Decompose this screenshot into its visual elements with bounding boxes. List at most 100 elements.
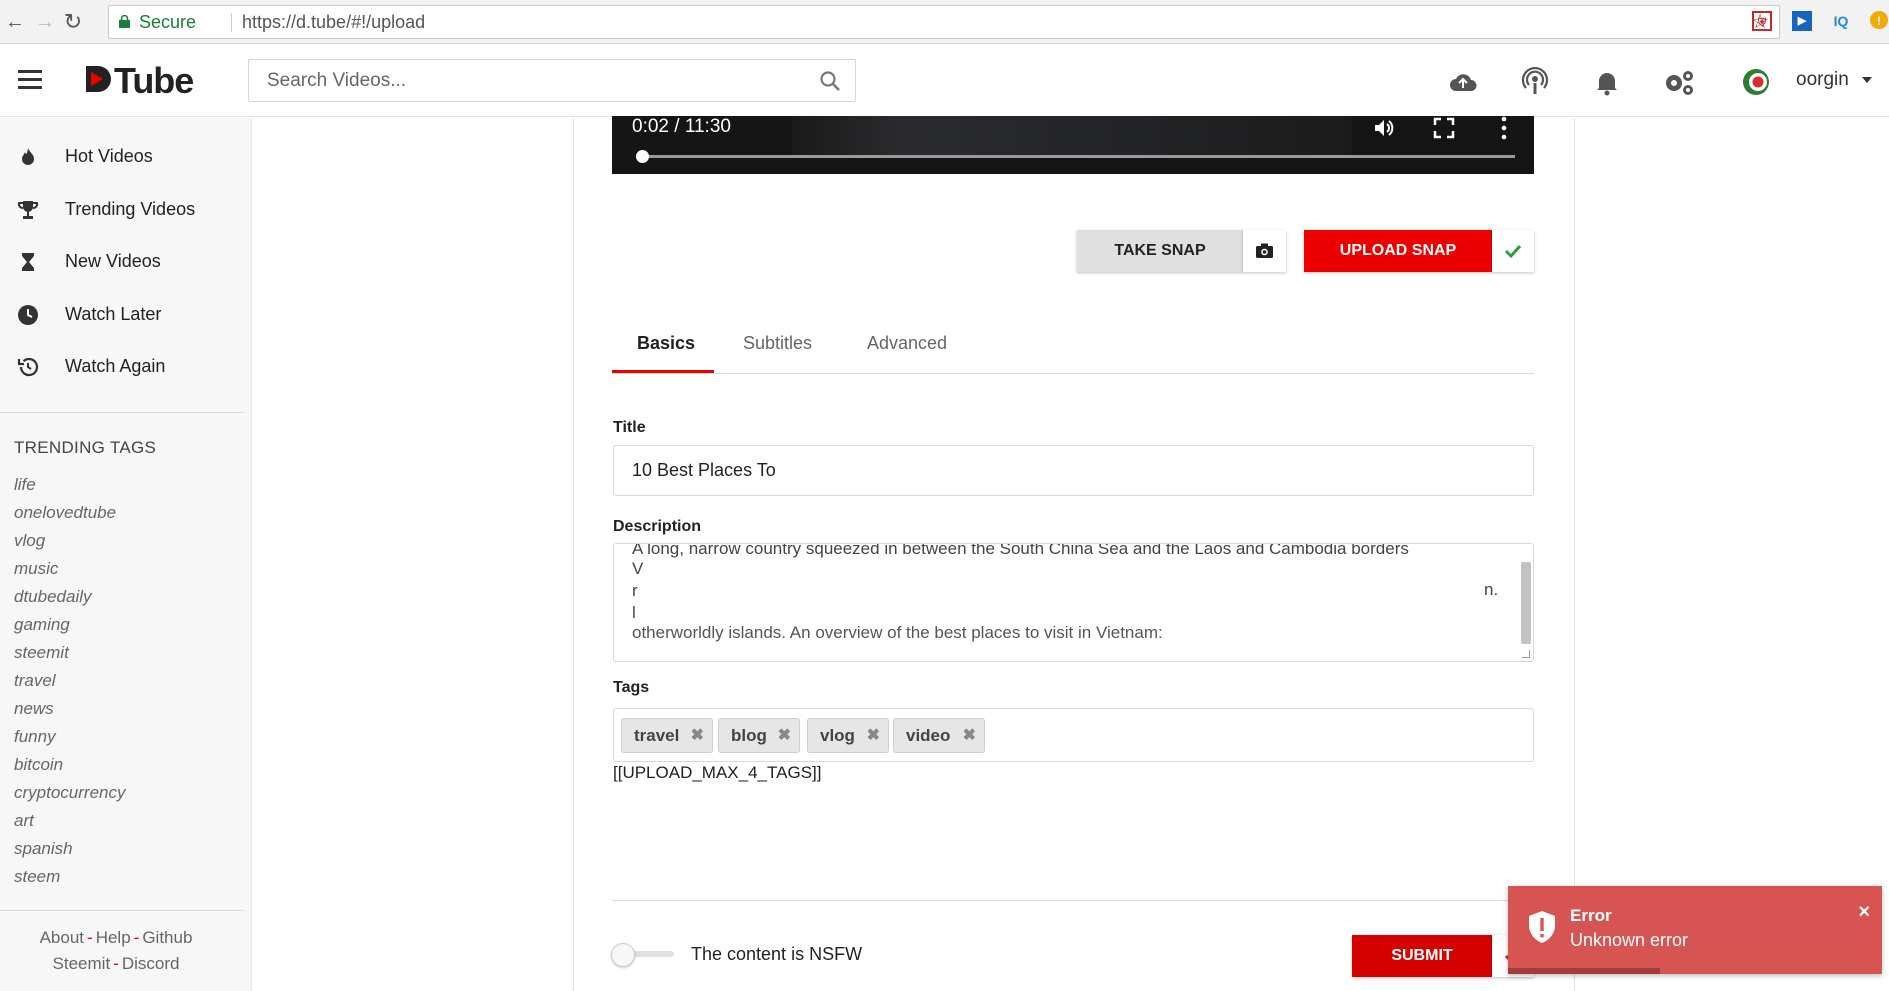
sidebar-item-new-videos[interactable]: New Videos bbox=[0, 240, 250, 284]
reload-icon[interactable]: ↻ bbox=[62, 11, 84, 33]
bell-icon[interactable] bbox=[1592, 67, 1622, 97]
video-progress-bar[interactable] bbox=[640, 155, 1515, 158]
url-text[interactable]: https://d.tube/#!/upload bbox=[242, 6, 425, 38]
video-player[interactable]: 0:02 / 11:30 bbox=[612, 116, 1534, 174]
secure-label: Secure bbox=[139, 12, 197, 32]
tag-chip: travel ✖ bbox=[621, 718, 713, 753]
remove-tag-icon[interactable]: ✖ bbox=[963, 719, 976, 752]
remove-tag-icon[interactable]: ✖ bbox=[778, 719, 791, 752]
tags-input[interactable]: travel ✖ blog ✖ vlog ✖ video ✖ bbox=[613, 708, 1534, 762]
avatar[interactable] bbox=[1741, 67, 1771, 97]
trophy-icon bbox=[17, 201, 39, 219]
tag-link[interactable]: steem bbox=[14, 867, 60, 887]
search-icon[interactable] bbox=[819, 70, 841, 92]
username[interactable]: oorgin bbox=[1796, 69, 1849, 91]
nsfw-toggle[interactable] bbox=[611, 943, 635, 967]
take-snap-camera-button[interactable] bbox=[1243, 230, 1286, 272]
submit-button[interactable]: SUBMIT bbox=[1352, 935, 1492, 977]
nsfw-label: The content is NSFW bbox=[691, 944, 863, 964]
footer-links-row-1: About - Help - Github bbox=[0, 928, 232, 948]
description-partial-text: V r l bbox=[632, 558, 643, 624]
sidebar-item-hot-videos[interactable]: Hot Videos bbox=[0, 135, 250, 179]
resize-grip-icon[interactable] bbox=[1522, 650, 1530, 658]
description-scrollbar[interactable] bbox=[1521, 562, 1531, 644]
link-separator: - bbox=[113, 954, 119, 973]
menu-icon[interactable] bbox=[18, 70, 42, 90]
tab-subtitles[interactable]: Subtitles bbox=[743, 333, 812, 354]
remove-tag-icon[interactable]: ✖ bbox=[867, 719, 880, 752]
dtube-logo[interactable]: Tube bbox=[84, 60, 194, 102]
upload-snap-button[interactable]: UPLOAD SNAP bbox=[1304, 230, 1492, 272]
description-partial-line: r bbox=[632, 581, 638, 600]
forward-icon[interactable]: → bbox=[34, 11, 56, 33]
search-box bbox=[248, 59, 856, 102]
steemit-link[interactable]: Steemit bbox=[53, 954, 111, 973]
video-progress-handle[interactable] bbox=[636, 150, 649, 163]
fullscreen-icon[interactable] bbox=[1432, 116, 1456, 140]
help-link[interactable]: Help bbox=[96, 928, 131, 947]
tag-link[interactable]: steemit bbox=[14, 643, 69, 663]
tag-link[interactable]: vlog bbox=[14, 531, 45, 551]
history-icon bbox=[17, 357, 39, 377]
tag-chip: vlog ✖ bbox=[807, 718, 889, 753]
search-input[interactable] bbox=[249, 60, 809, 101]
tag-link[interactable]: dtubedaily bbox=[14, 587, 92, 607]
tag-link[interactable]: bitcoin bbox=[14, 755, 63, 775]
tag-link[interactable]: funny bbox=[14, 727, 56, 747]
sidebar-item-label: Watch Again bbox=[65, 356, 166, 376]
tab-basics[interactable]: Basics bbox=[637, 333, 695, 354]
tag-chip-label: vlog bbox=[820, 726, 855, 745]
checkmark-icon bbox=[1504, 244, 1522, 259]
tag-chip-label: blog bbox=[731, 726, 767, 745]
tag-link[interactable]: art bbox=[14, 811, 34, 831]
address-bar[interactable]: Secure https://d.tube/#!/upload ☆ bbox=[108, 5, 1780, 39]
extension-play-icon[interactable]: ▶ bbox=[1792, 11, 1812, 31]
description-bottom-line: otherworldly islands. An overview of the… bbox=[632, 623, 1163, 642]
sidebar: Hot Videos Trending Videos New Videos Wa… bbox=[0, 118, 252, 991]
toast-message: Unknown error bbox=[1570, 930, 1689, 950]
take-snap-button[interactable]: TAKE SNAP bbox=[1077, 230, 1243, 272]
error-toast: Error Unknown error × bbox=[1508, 886, 1882, 974]
about-link[interactable]: About bbox=[40, 928, 84, 947]
sidebar-item-watch-again[interactable]: Watch Again bbox=[0, 345, 250, 389]
settings-gears-icon[interactable] bbox=[1662, 67, 1696, 97]
upload-cloud-icon[interactable] bbox=[1448, 67, 1478, 97]
sidebar-divider bbox=[0, 412, 245, 413]
app-header: Tube oorgin bbox=[0, 45, 1889, 117]
podcast-icon[interactable] bbox=[1520, 67, 1550, 97]
browser-toolbar: ← → ↻ Secure https://d.tube/#!/upload ☆ … bbox=[0, 0, 1889, 44]
tag-link[interactable]: travel bbox=[14, 671, 56, 691]
tag-link[interactable]: cryptocurrency bbox=[14, 783, 125, 803]
tab-advanced[interactable]: Advanced bbox=[867, 333, 947, 354]
title-input[interactable] bbox=[613, 445, 1534, 496]
tag-chip: video ✖ bbox=[893, 718, 985, 753]
title-label: Title bbox=[613, 419, 646, 436]
sidebar-item-label: Hot Videos bbox=[65, 146, 153, 166]
tag-link[interactable]: life bbox=[14, 475, 36, 495]
footer-links-row-2: Steemit - Discord bbox=[0, 954, 232, 974]
tag-link[interactable]: spanish bbox=[14, 839, 73, 859]
extension-iq-icon[interactable]: IQ bbox=[1828, 11, 1854, 31]
tag-link[interactable]: gaming bbox=[14, 615, 70, 635]
extension-coin-icon[interactable]: ! bbox=[1870, 11, 1888, 29]
tag-link[interactable]: music bbox=[14, 559, 58, 579]
chevron-down-icon[interactable] bbox=[1862, 77, 1872, 83]
github-link[interactable]: Github bbox=[142, 928, 192, 947]
tag-link[interactable]: onelovedtube bbox=[14, 503, 116, 523]
tag-link[interactable]: news bbox=[14, 699, 54, 719]
close-icon[interactable]: × bbox=[1858, 901, 1870, 924]
video-time: 0:02 / 11:30 bbox=[632, 116, 731, 137]
description-textarea[interactable]: A long, narrow country squeezed in betwe… bbox=[613, 543, 1534, 662]
toast-timer-bar bbox=[1508, 968, 1660, 974]
extension-shield-icon[interactable]: ⛨ bbox=[1752, 11, 1772, 31]
sidebar-item-watch-later[interactable]: Watch Later bbox=[0, 293, 250, 337]
tag-chip-label: video bbox=[906, 726, 951, 745]
sidebar-item-label: Watch Later bbox=[65, 304, 162, 324]
lock-icon bbox=[119, 15, 130, 28]
sidebar-item-trending-videos[interactable]: Trending Videos bbox=[0, 188, 250, 232]
discord-link[interactable]: Discord bbox=[122, 954, 180, 973]
back-icon[interactable]: ← bbox=[4, 11, 26, 33]
remove-tag-icon[interactable]: ✖ bbox=[691, 719, 704, 752]
volume-icon[interactable] bbox=[1372, 116, 1396, 140]
more-vert-icon[interactable] bbox=[1492, 116, 1516, 140]
